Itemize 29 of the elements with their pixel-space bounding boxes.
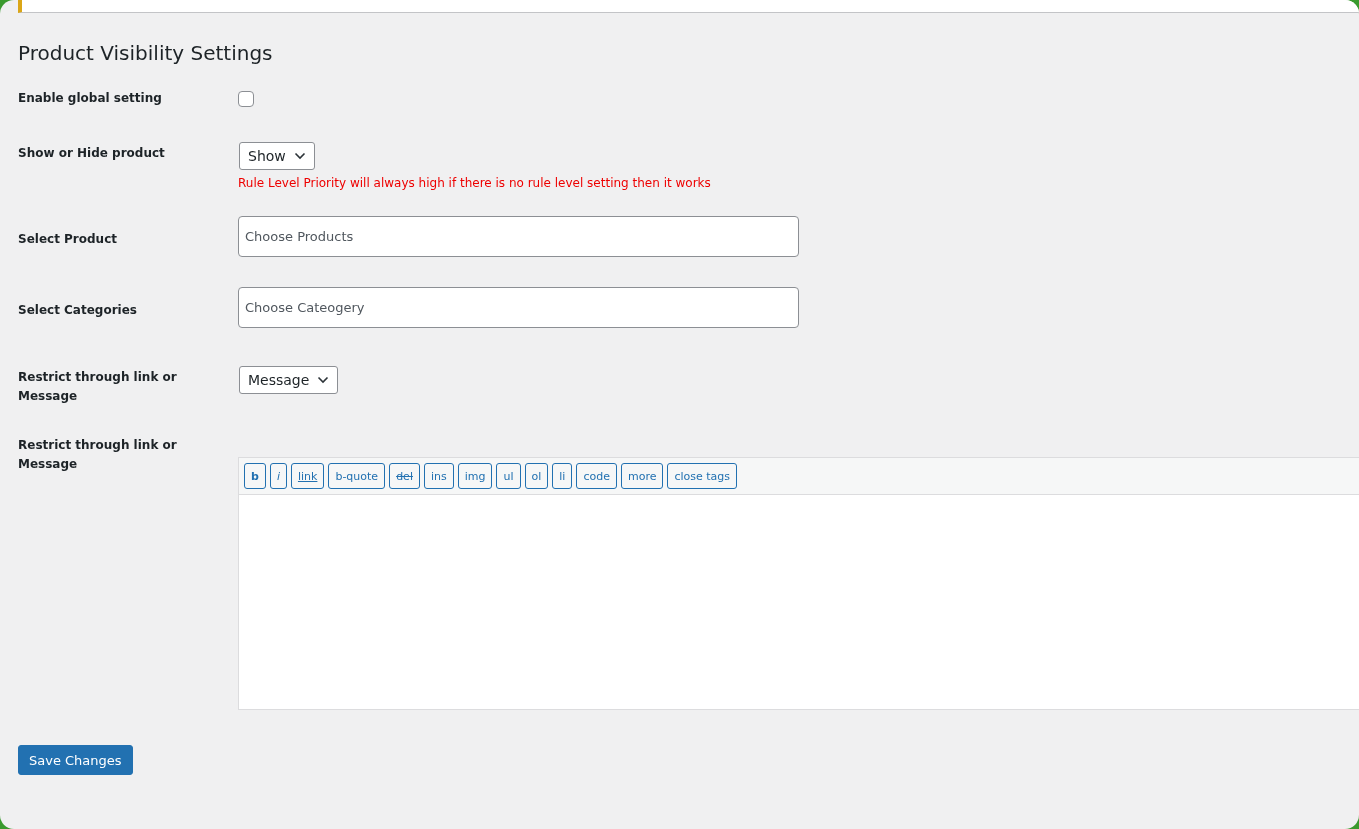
format-button[interactable]: del — [389, 463, 420, 489]
input-field[interactable]: Choose Products — [238, 216, 799, 257]
field-label: Restrict through link or Message — [18, 369, 178, 405]
priority-note: Rule Level Priority will always high if there is no rule level setting then it works — [238, 176, 711, 190]
format-button[interactable]: ins — [423, 463, 454, 489]
format-button[interactable]: code — [576, 463, 617, 489]
dropdown[interactable]: Show — [239, 142, 315, 170]
field-label: Select Product — [18, 231, 118, 248]
format-button[interactable]: more — [620, 463, 664, 489]
field-label: Select Categories — [18, 302, 138, 319]
format-button[interactable]: li — [552, 463, 573, 489]
format-button[interactable]: close tags — [667, 463, 738, 489]
checkbox[interactable] — [238, 91, 254, 107]
page-title: Product Visibility Settings — [18, 41, 274, 65]
chevron-down-icon — [317, 376, 330, 384]
field-label: Restrict through link or Message — [18, 437, 178, 473]
format-button[interactable]: link — [290, 463, 325, 489]
chevron-down-icon — [293, 152, 306, 160]
save-button[interactable]: Save Changes — [18, 745, 133, 775]
format-button[interactable]: b-quote — [328, 463, 386, 489]
format-button[interactable]: b — [244, 463, 266, 489]
format-button[interactable]: i — [269, 463, 287, 489]
format-button[interactable]: img — [457, 463, 493, 489]
format-button[interactable]: ul — [496, 463, 521, 489]
field-label: Enable global setting — [18, 90, 163, 107]
field-label: Show or Hide product — [18, 145, 166, 162]
format-button[interactable]: ol — [524, 463, 549, 489]
dropdown[interactable]: Message — [239, 366, 339, 394]
input-field[interactable]: Choose Cateogery — [238, 287, 799, 328]
